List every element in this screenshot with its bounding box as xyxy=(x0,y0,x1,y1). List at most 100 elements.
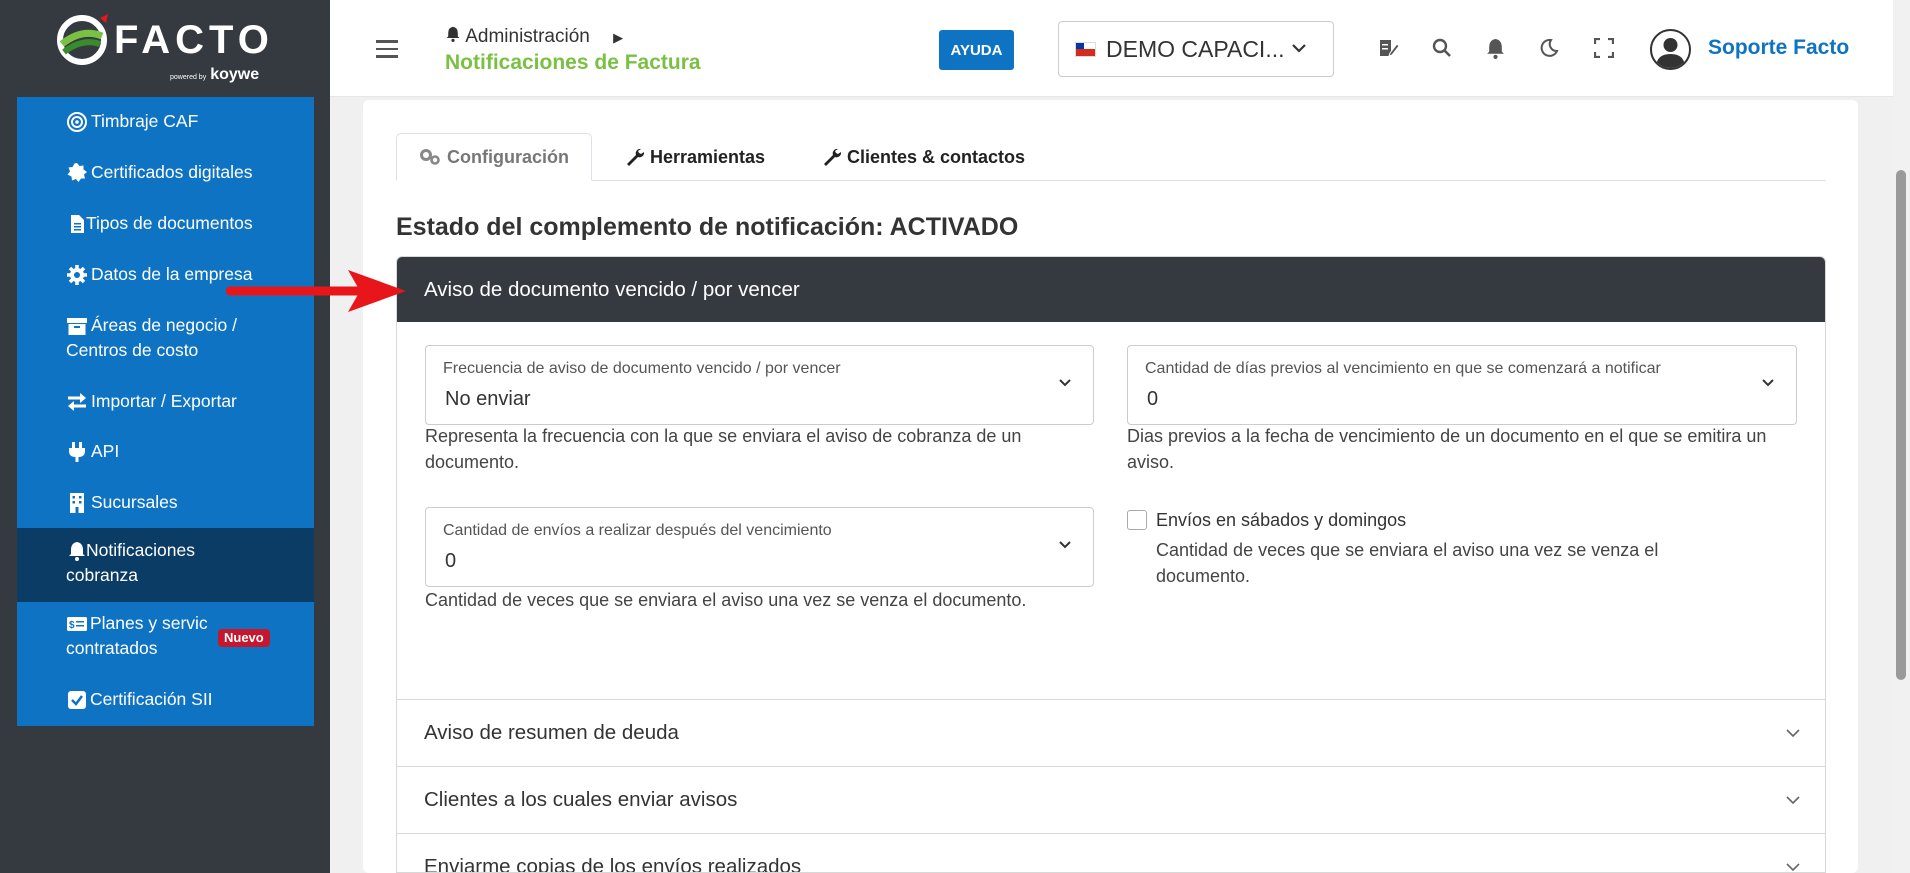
annotation-arrow-icon xyxy=(226,270,406,312)
notifications-bell-icon[interactable] xyxy=(1483,36,1507,60)
page-scrollbar[interactable] xyxy=(1893,0,1910,873)
brand-powered: powered by koywe xyxy=(170,66,260,83)
sends-after-select[interactable]: Cantidad de envíos a realizar después de… xyxy=(425,507,1094,587)
accordion-clientes-avisos[interactable]: Clientes a los cuales enviar avisos xyxy=(397,766,1825,833)
company-selector[interactable]: DEMO CAPACI... xyxy=(1058,21,1334,77)
brand-name: FACTO xyxy=(114,18,274,62)
accordion-label: Enviarme copias de los envíos realizados xyxy=(424,855,802,873)
weekends-help: Cantidad de veces que se enviara el avis… xyxy=(1156,540,1659,586)
moon-icon[interactable] xyxy=(1537,36,1561,60)
company-name: DEMO CAPACI... xyxy=(1106,35,1285,62)
sidebar-item-timbraje-caf[interactable]: Timbraje CAF xyxy=(17,109,314,134)
sidebar-item-label-2: Centros de costo xyxy=(66,340,199,360)
fullscreen-icon[interactable] xyxy=(1592,36,1616,60)
gear-icon xyxy=(66,264,88,286)
sidebar-item-api[interactable]: API xyxy=(17,439,314,464)
target-icon xyxy=(66,111,88,133)
new-badge: Nuevo xyxy=(218,629,270,647)
weekends-label[interactable]: Envíos en sábados y domingos xyxy=(1156,510,1406,531)
sidebar-item-label: Importar / Exportar xyxy=(91,391,237,411)
sidebar-item-label-2: contratados xyxy=(66,638,158,658)
status-heading: Estado del complemento de notificación: … xyxy=(396,213,1019,241)
bell-icon xyxy=(66,540,88,562)
breadcrumb-parent[interactable]: Administración xyxy=(465,26,590,47)
days-before-help: Dias previos a la fecha de vencimiento d… xyxy=(1127,426,1767,472)
sidebar-nav: Timbraje CAF Certificados digitales Tipo… xyxy=(17,97,314,726)
frequency-label: Frecuencia de aviso de documento vencido… xyxy=(443,360,841,377)
edit-document-icon[interactable] xyxy=(1377,36,1401,60)
seal-icon xyxy=(66,162,88,184)
scrollbar-thumb[interactable] xyxy=(1896,170,1906,680)
accordion-label: Clientes a los cuales enviar avisos xyxy=(424,788,738,811)
accordion-label: Aviso de resumen de deuda xyxy=(424,721,679,744)
building-icon xyxy=(66,492,88,514)
tab-label: Herramientas xyxy=(650,146,766,167)
tab-clientes-contactos[interactable]: Clientes & contactos xyxy=(823,133,1025,181)
chevron-down-icon xyxy=(1762,379,1774,387)
gears-icon xyxy=(420,149,440,165)
bell-icon xyxy=(446,26,460,42)
accordion-panel: Aviso de documento vencido / por vencer … xyxy=(396,256,1826,873)
sidebar-item-certificacion-sii[interactable]: Certificación SII xyxy=(17,687,314,712)
file-icon xyxy=(66,213,88,235)
days-before-value: 0 xyxy=(1147,388,1159,410)
sidebar-item-label-2: cobranza xyxy=(66,565,138,585)
chevron-down-icon xyxy=(1292,44,1306,53)
chevron-down-icon xyxy=(1786,796,1800,805)
panel-header-aviso-vencido[interactable]: Aviso de documento vencido / por vencer xyxy=(397,257,1825,322)
sidebar-item-certificados[interactable]: Certificados digitales xyxy=(17,160,314,185)
chevron-down-icon xyxy=(1059,541,1071,549)
weekends-checkbox[interactable] xyxy=(1127,510,1147,530)
chile-flag-icon xyxy=(1075,41,1096,57)
help-button[interactable]: AYUDA xyxy=(939,30,1014,70)
days-before-select[interactable]: Cantidad de días previos al vencimiento … xyxy=(1127,345,1797,425)
sidebar-item-label: Áreas de negocio / xyxy=(91,315,237,335)
sidebar-item-label: Tipos de documentos xyxy=(86,213,253,233)
hamburger-menu-icon[interactable] xyxy=(376,40,398,60)
chevron-down-icon xyxy=(1786,729,1800,738)
frequency-select[interactable]: Frecuencia de aviso de documento vencido… xyxy=(425,345,1094,425)
wrench-icon xyxy=(824,148,841,166)
tab-herramientas[interactable]: Herramientas xyxy=(626,133,765,181)
user-name[interactable]: Soporte Facto xyxy=(1708,36,1849,60)
frequency-help: Representa la frecuencia con la que se e… xyxy=(425,426,1022,472)
plug-icon xyxy=(66,441,88,463)
avatar[interactable] xyxy=(1650,29,1691,70)
tab-configuracion[interactable]: Configuración xyxy=(396,133,592,181)
sidebar-item-tipos-documentos[interactable]: Tipos de documentos xyxy=(17,211,314,236)
tabs-divider xyxy=(396,180,1826,181)
caret-right-icon: ▶ xyxy=(613,30,624,45)
sidebar-item-planes-servicios[interactable]: $ Planes y servic contratados Nuevo xyxy=(17,611,314,661)
wrench-icon xyxy=(627,148,644,166)
sidebar-item-notificaciones-cobranza[interactable]: Notificaciones cobranza xyxy=(17,528,314,602)
facto-swoosh-icon xyxy=(57,14,108,65)
sidebar-item-label: Certificación SII xyxy=(90,689,213,709)
tab-label: Clientes & contactos xyxy=(847,146,1026,167)
sidebar-item-label: Planes y servic xyxy=(90,613,208,633)
sidebar-item-label: API xyxy=(91,441,120,461)
top-bar: Administración ▶ Notificaciones de Factu… xyxy=(330,0,1910,97)
chevron-down-icon xyxy=(1786,863,1800,872)
sidebar-item-label: Sucursales xyxy=(91,492,178,512)
frequency-value: No enviar xyxy=(445,388,531,410)
sidebar-item-areas-negocio[interactable]: Áreas de negocio / Centros de costo xyxy=(17,313,314,363)
exchange-icon xyxy=(66,391,88,413)
sends-after-label: Cantidad de envíos a realizar después de… xyxy=(443,522,832,539)
sends-after-value: 0 xyxy=(445,550,457,572)
chevron-down-icon xyxy=(1059,379,1071,387)
sidebar-item-label: Certificados digitales xyxy=(91,162,253,182)
tab-label: Configuración xyxy=(447,146,569,167)
accordion-resumen-deuda[interactable]: Aviso de resumen de deuda xyxy=(397,699,1825,766)
facto-logo[interactable]: FACTO powered by koywe xyxy=(56,14,276,84)
main-card: Configuración Herramientas Clientes & co… xyxy=(363,100,1858,873)
search-icon[interactable] xyxy=(1430,36,1454,60)
days-before-label: Cantidad de días previos al vencimiento … xyxy=(1145,360,1661,377)
sidebar-item-label: Timbraje CAF xyxy=(91,111,199,131)
sidebar-item-sucursales[interactable]: Sucursales xyxy=(17,490,314,515)
money-icon: $ xyxy=(66,613,88,635)
sidebar-item-importar-exportar[interactable]: Importar / Exportar xyxy=(17,389,314,414)
accordion-copias-envios[interactable]: Enviarme copias de los envíos realizados xyxy=(397,833,1825,873)
svg-text:$: $ xyxy=(69,620,75,631)
check-square-icon xyxy=(66,689,88,711)
sidebar-item-label: Notificaciones xyxy=(86,540,195,560)
